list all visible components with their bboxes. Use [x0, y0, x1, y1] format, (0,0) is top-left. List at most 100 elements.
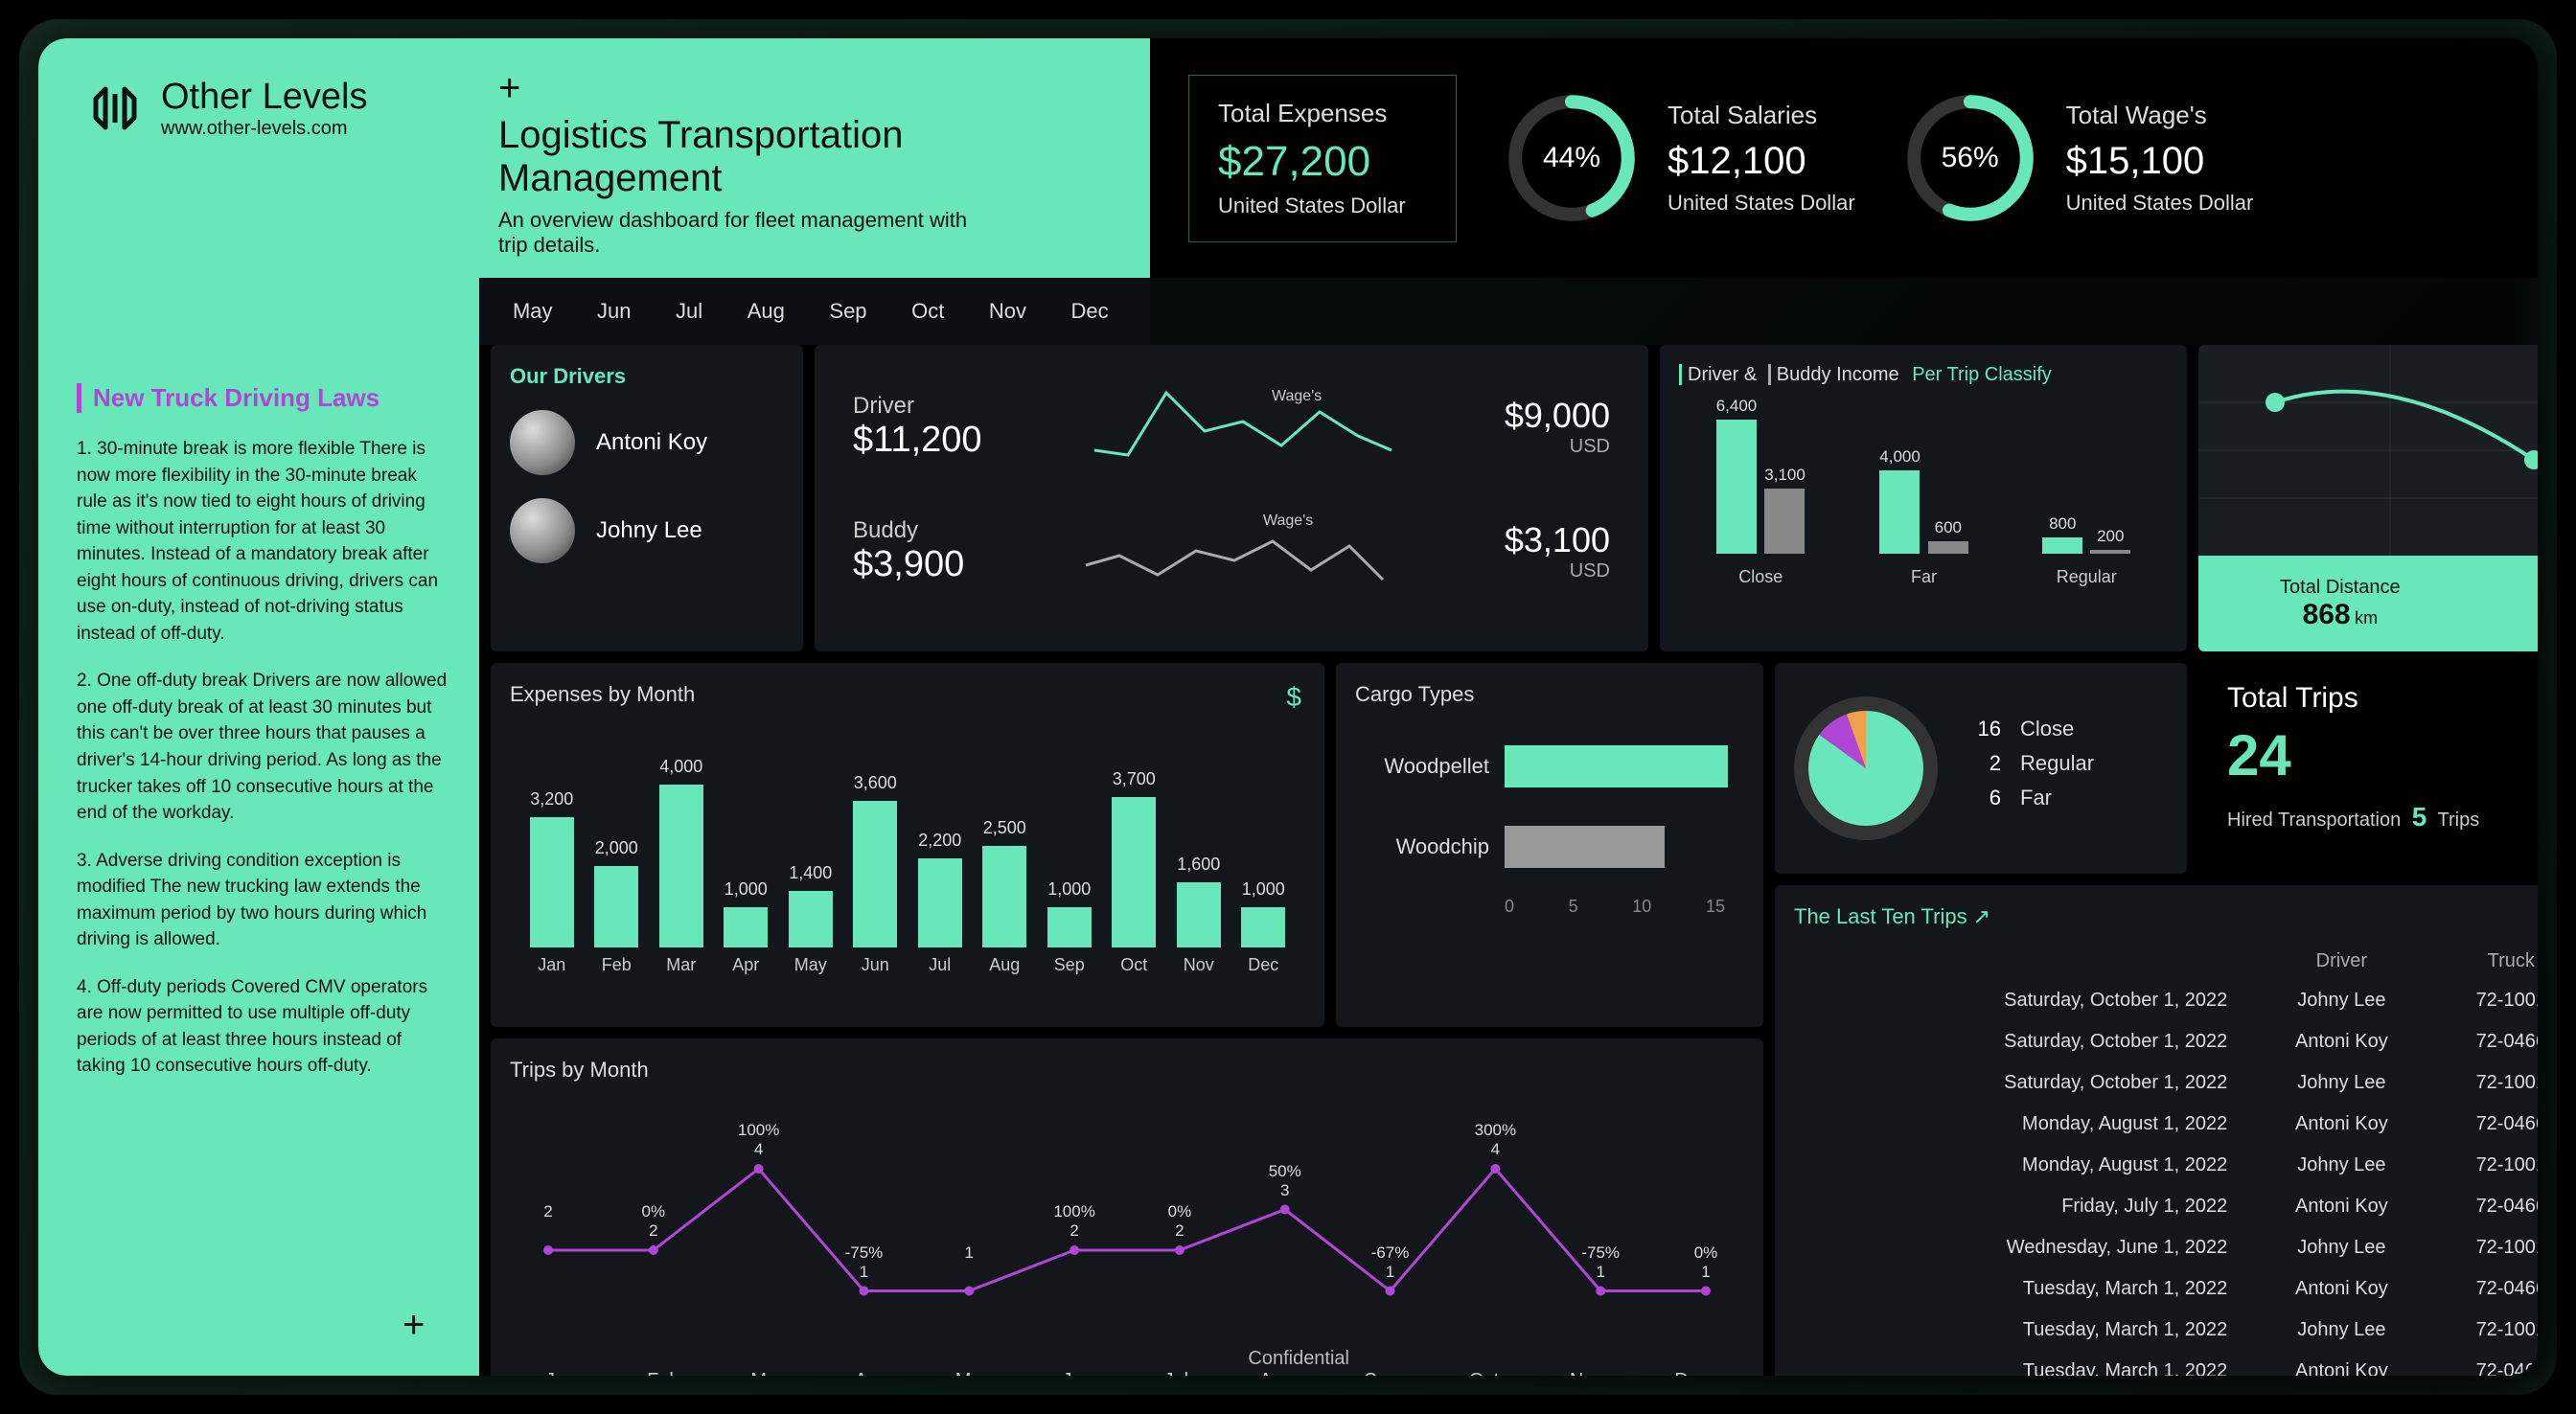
card-title: Expenses by Month	[510, 682, 1305, 707]
table-row[interactable]: Monday, August 1, 2022Antoni Koy72-0466S…	[1794, 1104, 2538, 1145]
axis-month: Jun	[1062, 1370, 1092, 1376]
kpi-value: $15,100	[2066, 140, 2254, 183]
month-filter-sep[interactable]: Sep	[819, 293, 876, 330]
month-filter-oct[interactable]: Oct	[902, 293, 954, 330]
route-path-icon	[2198, 345, 2538, 556]
wage-buddy-cur: USD	[1505, 560, 1610, 582]
axis-month: Aug	[1259, 1370, 1294, 1376]
driver-item[interactable]: Johny Lee	[510, 498, 784, 563]
avatar	[510, 410, 575, 475]
laws-p1: 1. 30-minute break is more flexible Ther…	[77, 436, 450, 647]
total-trips-value: 24	[2227, 722, 2538, 788]
sparkline-driver-icon: Wage's	[1090, 383, 1396, 469]
laws-panel: New Truck Driving Laws 1. 30-minute brea…	[38, 278, 479, 1376]
month-filter-nov[interactable]: Nov	[979, 293, 1036, 330]
line-point-label: 50%3	[1269, 1162, 1301, 1200]
table-row[interactable]: Saturday, October 1, 2022Antoni Koy72-04…	[1794, 1021, 2538, 1062]
expense-bar: 1,600Nov	[1172, 855, 1226, 975]
kpi-unit: United States Dollar	[2066, 191, 2254, 216]
pie-card: 16Close2Regular6Far	[1775, 663, 2187, 874]
table-row[interactable]: Saturday, October 1, 2022Johny Lee72-100…	[1794, 980, 2538, 1021]
pie-legend-row: 2Regular	[1963, 751, 2094, 776]
cargo-row: Woodpellet	[1355, 745, 1744, 787]
drivers-card: Our Drivers Antoni Koy Johny Lee	[491, 345, 803, 651]
total-trips-label: Total Trips	[2227, 682, 2538, 715]
kpi-unit: United States Dollar	[1218, 194, 1427, 218]
axis-month: May	[955, 1370, 992, 1376]
wage-buddy-amount: $3,900	[853, 544, 964, 585]
expense-bar: 1,400May	[784, 863, 838, 976]
plus-icon[interactable]: +	[498, 67, 1131, 110]
content-area: Our Drivers Antoni Koy Johny Lee Driver …	[479, 345, 2538, 1376]
expenses-card: Expenses by Month $ 3,200Jan2,000Feb4,00…	[491, 663, 1324, 1027]
table-row[interactable]: Monday, August 1, 2022Johny Lee72-1001Gi…	[1794, 1145, 2538, 1186]
cargo-row: Woodchip	[1355, 826, 1744, 868]
wage-buddy-label: Buddy	[853, 517, 964, 544]
confidential-label: Confidential	[1248, 1348, 1349, 1370]
table-title[interactable]: The Last Ten Trips↗	[1794, 904, 2538, 929]
month-filter-aug[interactable]: Aug	[738, 293, 794, 330]
driver-item[interactable]: Antoni Koy	[510, 410, 784, 475]
page-title: Logistics Transportation Management	[498, 114, 1131, 200]
income-group: 800200Regular	[2042, 514, 2130, 588]
total-trips-card: Total Trips 24 Hired Transportation 5 Tr…	[2198, 663, 2538, 874]
axis-month: Dec	[1674, 1370, 1709, 1376]
avatar	[510, 498, 575, 563]
line-point-label: 0%2	[1168, 1202, 1192, 1241]
line-point-label: 2	[543, 1202, 552, 1221]
income-group: 6,4003,100Close	[1716, 397, 1806, 587]
wage-driver-amount: $11,200	[853, 420, 982, 461]
laws-title: New Truck Driving Laws	[77, 383, 450, 413]
svg-text:Wage's: Wage's	[1272, 388, 1322, 404]
trips-by-month-card: Trips by Month 20%2100%4-75%11100%20%250…	[491, 1038, 1763, 1376]
table-header: Driver	[2246, 943, 2436, 980]
table-row[interactable]: Friday, July 1, 2022Antoni Koy72-0466Giz…	[1794, 1186, 2538, 1227]
axis-month: Nov	[1570, 1370, 1604, 1376]
axis-month: Jan	[545, 1370, 576, 1376]
kpi-total-expenses: Total Expenses $27,200 United States Dol…	[1188, 75, 1457, 242]
wage-driver-label: Driver	[853, 393, 982, 420]
kpi-label: Total Expenses	[1218, 99, 1427, 128]
driver-name: Johny Lee	[596, 517, 702, 544]
plus-icon[interactable]: +	[402, 1304, 425, 1347]
table-row[interactable]: Tuesday, March 1, 2022Antoni Koy72-0466G…	[1794, 1351, 2538, 1376]
table-row[interactable]: Tuesday, March 1, 2022Antoni Koy72-0466T…	[1794, 1268, 2538, 1310]
laws-p2: 2. One off-duty break Drivers are now al…	[77, 668, 450, 826]
donut-pct: 44%	[1505, 91, 1639, 225]
dollar-icon: $	[1286, 682, 1301, 713]
trips-table-card: The Last Ten Trips↗ DriverTruckFromTo Sa…	[1775, 885, 2538, 1376]
page-header: + Logistics Transportation Management An…	[479, 38, 1150, 278]
table-row[interactable]: Wednesday, June 1, 2022Johny Lee72-1001A…	[1794, 1227, 2538, 1268]
kpi-value: $12,100	[1668, 140, 1855, 183]
wage-buddy-side: $3,100	[1505, 520, 1610, 560]
map-area[interactable]: +	[2198, 345, 2538, 556]
axis-month: Feb	[647, 1370, 679, 1376]
month-filter-jul[interactable]: Jul	[666, 293, 712, 330]
brand-name: Other Levels	[161, 77, 367, 118]
svg-text:Wage's: Wage's	[1263, 513, 1313, 529]
line-point-label: 0%1	[1694, 1243, 1718, 1282]
donut-pct: 56%	[1903, 91, 2037, 225]
kpi-label: Total Salaries	[1668, 101, 1855, 130]
donut-salaries: 44%	[1505, 91, 1639, 225]
kpi-value: $27,200	[1218, 138, 1427, 186]
table-row[interactable]: Saturday, October 1, 2022Johny Lee72-100…	[1794, 1062, 2538, 1104]
brand-url[interactable]: www.other-levels.com	[161, 118, 367, 140]
expense-bar: 1,000Sep	[1043, 879, 1096, 976]
line-point-label: 100%4	[738, 1121, 779, 1159]
card-title: Trips by Month	[510, 1058, 1744, 1083]
month-filter-may[interactable]: May	[503, 293, 563, 330]
income-card: Driver & Buddy Income Per Trip Classify …	[1660, 345, 2187, 651]
expense-bar: 3,700Oct	[1107, 769, 1161, 975]
axis-month: Sep	[1364, 1370, 1398, 1376]
drivers-title: Our Drivers	[510, 364, 784, 389]
month-filter-jun[interactable]: Jun	[587, 293, 640, 330]
month-filter-dec[interactable]: Dec	[1062, 293, 1118, 330]
trips-table: DriverTruckFromTo Saturday, October 1, 2…	[1794, 943, 2538, 1376]
table-row[interactable]: Tuesday, March 1, 2022Johny Lee72-1001Sa…	[1794, 1310, 2538, 1351]
expense-bar: 4,000Mar	[655, 757, 708, 975]
wages-card: Driver $11,200 Wage's $9,000 USD Buddy $…	[815, 345, 1648, 651]
driver-name: Antoni Koy	[596, 429, 707, 456]
laws-p4: 4. Off-duty periods Covered CMV operator…	[77, 974, 450, 1080]
brand-header: Other Levels www.other-levels.com	[38, 38, 479, 278]
